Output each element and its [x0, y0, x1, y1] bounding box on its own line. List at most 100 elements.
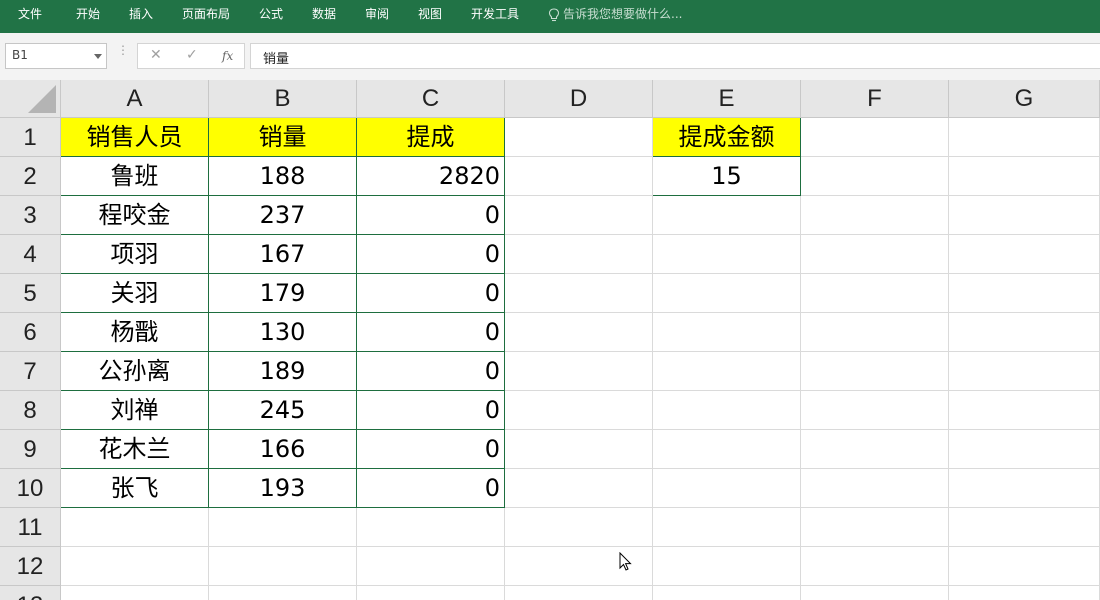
cell-C12[interactable]: [357, 547, 505, 586]
cell-B2[interactable]: 188: [209, 157, 357, 196]
cell-F6[interactable]: [801, 313, 949, 352]
cell-G1[interactable]: [949, 118, 1100, 157]
cell-F10[interactable]: [801, 469, 949, 508]
column-header-d[interactable]: D: [505, 80, 653, 118]
confirm-icon[interactable]: ✓: [186, 47, 198, 63]
cell-D7[interactable]: [505, 352, 653, 391]
cell-B9[interactable]: 166: [209, 430, 357, 469]
cell-D1[interactable]: [505, 118, 653, 157]
cell-B3[interactable]: 237: [209, 196, 357, 235]
cell-B13[interactable]: [209, 586, 357, 600]
cell-F4[interactable]: [801, 235, 949, 274]
row-header-11[interactable]: 11: [0, 508, 61, 547]
cell-G8[interactable]: [949, 391, 1100, 430]
cell-G4[interactable]: [949, 235, 1100, 274]
cell-D5[interactable]: [505, 274, 653, 313]
formula-input[interactable]: 销量: [250, 43, 1100, 69]
cell-C2[interactable]: 2820: [357, 157, 505, 196]
cell-B5[interactable]: 179: [209, 274, 357, 313]
cell-F3[interactable]: [801, 196, 949, 235]
chevron-down-icon[interactable]: [94, 54, 102, 59]
name-box[interactable]: B1: [5, 43, 107, 69]
cell-E10[interactable]: [653, 469, 801, 508]
cell-E2[interactable]: 15: [653, 157, 801, 196]
cell-D3[interactable]: [505, 196, 653, 235]
row-header-4[interactable]: 4: [0, 235, 61, 274]
cell-B6[interactable]: 130: [209, 313, 357, 352]
tab-review[interactable]: 审阅: [365, 0, 389, 28]
column-header-e[interactable]: E: [653, 80, 801, 118]
cell-B12[interactable]: [209, 547, 357, 586]
tab-insert[interactable]: 插入: [129, 0, 153, 28]
row-header-2[interactable]: 2: [0, 157, 61, 196]
cell-A10[interactable]: 张飞: [61, 469, 209, 508]
row-header-8[interactable]: 8: [0, 391, 61, 430]
cell-D8[interactable]: [505, 391, 653, 430]
cell-G7[interactable]: [949, 352, 1100, 391]
tab-developer[interactable]: 开发工具: [471, 0, 519, 28]
tab-data[interactable]: 数据: [312, 0, 336, 28]
cell-E13[interactable]: [653, 586, 801, 600]
cell-E4[interactable]: [653, 235, 801, 274]
cell-A5[interactable]: 关羽: [61, 274, 209, 313]
cell-G12[interactable]: [949, 547, 1100, 586]
cell-F11[interactable]: [801, 508, 949, 547]
cell-C8[interactable]: 0: [357, 391, 505, 430]
cell-D4[interactable]: [505, 235, 653, 274]
cell-A8[interactable]: 刘禅: [61, 391, 209, 430]
column-header-a[interactable]: A: [61, 80, 209, 118]
cell-E5[interactable]: [653, 274, 801, 313]
cell-D6[interactable]: [505, 313, 653, 352]
cell-C4[interactable]: 0: [357, 235, 505, 274]
column-header-c[interactable]: C: [357, 80, 505, 118]
cell-G11[interactable]: [949, 508, 1100, 547]
cell-D11[interactable]: [505, 508, 653, 547]
cell-C1[interactable]: 提成: [357, 118, 505, 157]
row-header-9[interactable]: 9: [0, 430, 61, 469]
cell-G6[interactable]: [949, 313, 1100, 352]
cell-C5[interactable]: 0: [357, 274, 505, 313]
cell-G2[interactable]: [949, 157, 1100, 196]
cell-F8[interactable]: [801, 391, 949, 430]
cell-B11[interactable]: [209, 508, 357, 547]
cell-G10[interactable]: [949, 469, 1100, 508]
cell-F9[interactable]: [801, 430, 949, 469]
column-header-f[interactable]: F: [801, 80, 949, 118]
cell-E11[interactable]: [653, 508, 801, 547]
row-header-7[interactable]: 7: [0, 352, 61, 391]
cell-F2[interactable]: [801, 157, 949, 196]
cell-B10[interactable]: 193: [209, 469, 357, 508]
cell-F13[interactable]: [801, 586, 949, 600]
cell-E1[interactable]: 提成金额: [653, 118, 801, 157]
row-header-1[interactable]: 1: [0, 118, 61, 157]
cell-E7[interactable]: [653, 352, 801, 391]
cell-D9[interactable]: [505, 430, 653, 469]
tab-view[interactable]: 视图: [418, 0, 442, 28]
cell-E6[interactable]: [653, 313, 801, 352]
tab-page-layout[interactable]: 页面布局: [182, 0, 230, 28]
cell-E9[interactable]: [653, 430, 801, 469]
cell-D10[interactable]: [505, 469, 653, 508]
cell-A9[interactable]: 花木兰: [61, 430, 209, 469]
tab-file[interactable]: 文件: [18, 0, 42, 28]
cell-F5[interactable]: [801, 274, 949, 313]
cell-A12[interactable]: [61, 547, 209, 586]
cell-A6[interactable]: 杨戬: [61, 313, 209, 352]
cell-C13[interactable]: [357, 586, 505, 600]
cell-B7[interactable]: 189: [209, 352, 357, 391]
cell-E3[interactable]: [653, 196, 801, 235]
row-header-5[interactable]: 5: [0, 274, 61, 313]
cell-D2[interactable]: [505, 157, 653, 196]
tab-home[interactable]: 开始: [76, 0, 100, 28]
cell-G9[interactable]: [949, 430, 1100, 469]
cell-A2[interactable]: 鲁班: [61, 157, 209, 196]
row-header-6[interactable]: 6: [0, 313, 61, 352]
cell-G3[interactable]: [949, 196, 1100, 235]
cell-F7[interactable]: [801, 352, 949, 391]
cell-C9[interactable]: 0: [357, 430, 505, 469]
cell-D13[interactable]: [505, 586, 653, 600]
row-header-10[interactable]: 10: [0, 469, 61, 508]
cell-E12[interactable]: [653, 547, 801, 586]
insert-function-icon[interactable]: fx: [222, 49, 233, 63]
cell-G13[interactable]: [949, 586, 1100, 600]
